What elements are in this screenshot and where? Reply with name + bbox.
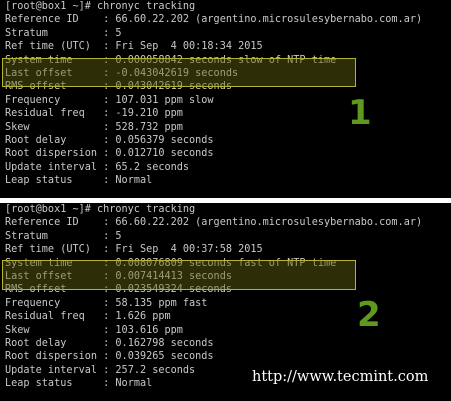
terminal-output-1: [root@box1 ~]# chronyc tracking Referenc…: [0, 0, 451, 198]
output-row-stratum: Stratum : 5: [5, 27, 122, 39]
step-number-badge: 1: [348, 93, 372, 133]
output-row-root-dispersion: Root dispersion : 0.012710 seconds: [5, 148, 214, 160]
output-row-last-offset: Last offset : 0.007414413 seconds: [5, 270, 232, 282]
output-row-skew: Skew : 528.732 ppm: [5, 121, 183, 133]
output-row-root-dispersion: Root dispersion : 0.039265 seconds: [5, 351, 214, 363]
shell-prompt: [root@box1 ~]# chronyc tracking: [5, 1, 196, 12]
output-row-reference-id: Reference ID : 66.60.22.202 (argentino.m…: [5, 217, 423, 229]
output-row-ref-time: Ref time (UTC) : Fri Sep 4 00:37:58 2015: [5, 244, 263, 256]
output-row-residual-freq: Residual freq : -19.210 ppm: [5, 108, 183, 120]
output-row-update-interval: Update interval : 65.2 seconds: [5, 161, 190, 173]
output-row-system-time: System time : 0.000058842 seconds slow o…: [5, 54, 337, 66]
step-number-badge: 2: [357, 295, 381, 335]
output-row-rms-offset: RMS offset : 0.043042619 seconds: [5, 81, 232, 93]
output-row-leap-status: Leap status : Normal: [5, 175, 153, 187]
output-row-frequency: Frequency : 58.135 ppm fast: [5, 297, 208, 309]
output-row-rms-offset: RMS offset : 0.023549324 seconds: [5, 284, 232, 296]
output-row-root-delay: Root delay : 0.162798 seconds: [5, 337, 214, 349]
output-row-residual-freq: Residual freq : 1.626 ppm: [5, 311, 171, 323]
site-watermark: http://www.tecmint.com: [252, 369, 429, 385]
output-row-system-time: System time : 0.008076809 seconds fast o…: [5, 257, 337, 269]
output-row-frequency: Frequency : 107.031 ppm slow: [5, 94, 214, 106]
output-row-stratum: Stratum : 5: [5, 230, 122, 242]
output-row-reference-id: Reference ID : 66.60.22.202 (argentino.m…: [5, 14, 423, 26]
output-row-skew: Skew : 103.616 ppm: [5, 324, 183, 336]
output-row-ref-time: Ref time (UTC) : Fri Sep 4 00:18:34 2015: [5, 41, 263, 53]
terminal-output-2: [root@box1 ~]# chronyc tracking Referenc…: [0, 203, 451, 401]
shell-prompt: [root@box1 ~]# chronyc tracking: [5, 204, 196, 215]
output-row-last-offset: Last offset : -0.043042619 seconds: [5, 67, 239, 79]
output-row-root-delay: Root delay : 0.056379 seconds: [5, 134, 214, 146]
